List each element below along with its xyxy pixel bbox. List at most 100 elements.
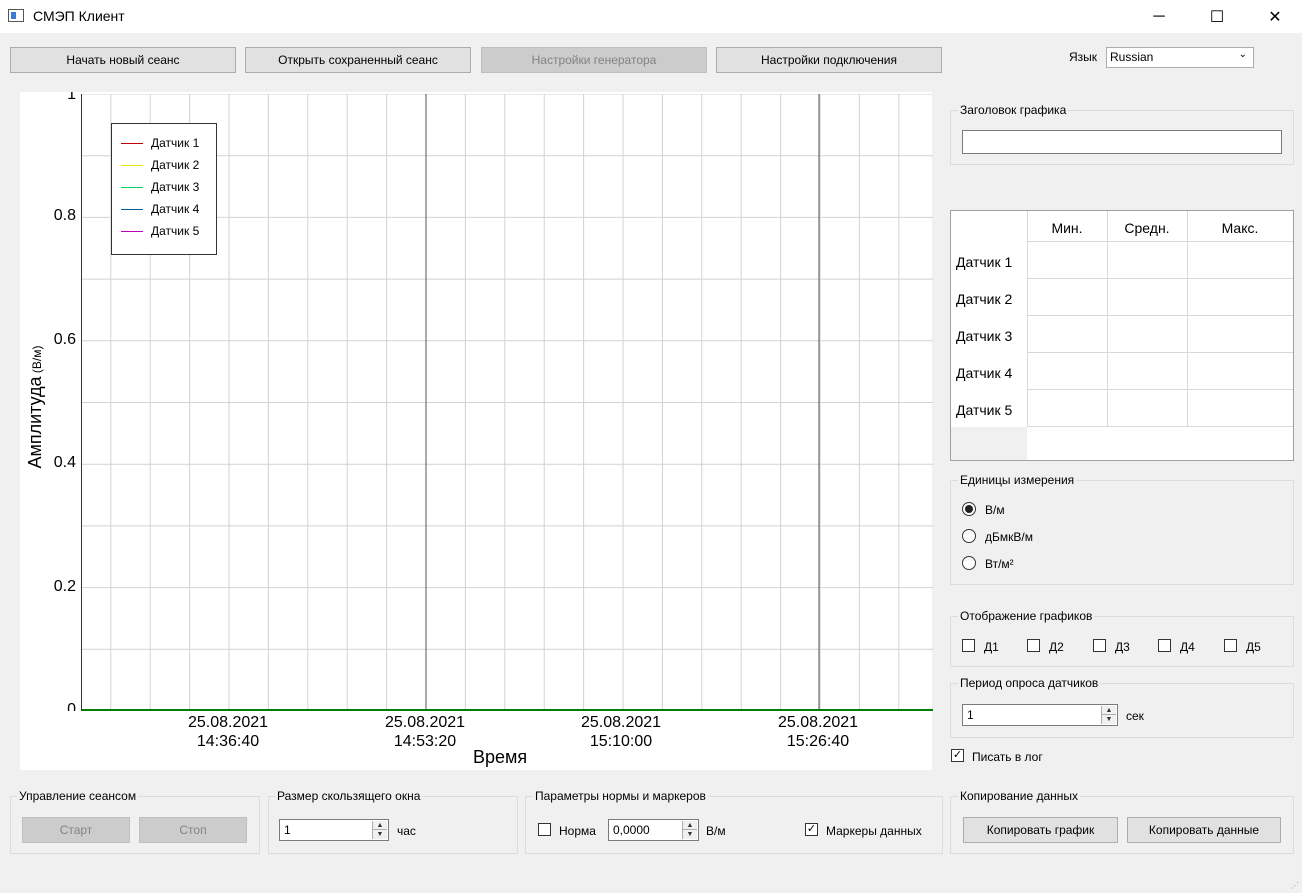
legend-item: Датчик 4: [121, 202, 199, 216]
table-row-header: Датчик 5: [956, 402, 1013, 418]
table-row-header: Датчик 1: [956, 254, 1013, 270]
display-checkbox-d3[interactable]: [1093, 639, 1106, 652]
unit-radio-label: дБмкВ/м: [985, 530, 1033, 544]
stop-button[interactable]: Стоп: [139, 817, 247, 843]
legend-label: Датчик 3: [151, 180, 200, 194]
chart-title-input[interactable]: [962, 130, 1282, 154]
log-checkbox[interactable]: ✓: [951, 749, 964, 762]
language-value: Russian: [1110, 50, 1154, 64]
language-label: Язык: [1069, 50, 1098, 64]
connection-settings-button[interactable]: Настройки подключения: [716, 47, 942, 73]
sliding-window-unit: час: [397, 824, 416, 838]
unit-radio-label: В/м: [985, 503, 1005, 517]
spin-up-icon[interactable]: ▲: [683, 821, 697, 830]
table-row-header: Датчик 2: [956, 291, 1013, 307]
data-markers-label: Маркеры данных: [826, 824, 922, 838]
display-checkbox-label: Д5: [1246, 640, 1261, 654]
x-tick-date: 25.08.2021: [777, 714, 859, 731]
check-icon: ✓: [952, 749, 963, 761]
minimize-button[interactable]: ─: [1130, 0, 1188, 33]
poll-period-input[interactable]: 1 ▲ ▼: [962, 704, 1118, 726]
spin-up-icon[interactable]: ▲: [1102, 706, 1116, 715]
unit-radio[interactable]: [962, 529, 976, 543]
display-checkbox-d1[interactable]: [962, 639, 975, 652]
poll-period-spinner[interactable]: ▲ ▼: [1101, 706, 1116, 724]
legend-swatch: [121, 230, 143, 232]
legend-swatch: [121, 142, 143, 144]
table-col-line: [1107, 211, 1108, 427]
norm-params-group-label: Параметры нормы и маркеров: [533, 789, 708, 803]
legend-swatch: [121, 186, 143, 188]
row-header-corner: [951, 427, 1027, 460]
y-tick-label: 0: [67, 701, 76, 718]
norm-checkbox[interactable]: [538, 823, 551, 836]
spin-down-icon[interactable]: ▼: [1102, 715, 1116, 724]
window-title: СМЭП Клиент: [33, 8, 125, 24]
y-tick-label: 0.2: [53, 577, 76, 595]
x-axis-label: Время: [473, 747, 528, 767]
open-session-button[interactable]: Открыть сохраненный сеанс: [245, 47, 471, 73]
legend-swatch: [121, 208, 143, 210]
display-graphs-group-label: Отображение графиков: [958, 609, 1095, 623]
x-tick-time: 14:36:40: [196, 733, 260, 750]
table-row-line: [1027, 278, 1293, 279]
new-session-button[interactable]: Начать новый сеанс: [10, 47, 236, 73]
x-tick-label: 25.08.2021 14:36:40: [173, 713, 283, 751]
sliding-window-input[interactable]: 1 ▲ ▼: [279, 819, 389, 841]
spin-down-icon[interactable]: ▼: [683, 830, 697, 839]
units-group-label: Единицы измерения: [958, 473, 1077, 487]
norm-value-spinner[interactable]: ▲ ▼: [682, 821, 697, 839]
generator-settings-button[interactable]: Настройки генератора: [481, 47, 707, 73]
y-tick-label: 0.6: [53, 330, 76, 348]
maximize-button[interactable]: ☐: [1188, 0, 1246, 33]
spin-down-icon[interactable]: ▼: [373, 830, 387, 839]
copy-chart-button[interactable]: Копировать график: [963, 817, 1118, 843]
display-checkbox-label: Д4: [1180, 640, 1195, 654]
display-checkbox-d4[interactable]: [1158, 639, 1171, 652]
session-control-group-label: Управление сеансом: [17, 789, 139, 803]
sliding-window-group-label: Размер скользящего окна: [275, 789, 423, 803]
unit-radio[interactable]: [962, 502, 976, 516]
display-checkbox-d2[interactable]: [1027, 639, 1040, 652]
resize-grip-icon[interactable]: ⋰: [1291, 881, 1299, 890]
check-icon: ✓: [806, 823, 817, 835]
x-tick-time: 15:26:40: [786, 733, 850, 750]
norm-value-input[interactable]: 0,0000 ▲ ▼: [608, 819, 699, 841]
close-button[interactable]: ✕: [1246, 0, 1302, 33]
sliding-window-spinner[interactable]: ▲ ▼: [372, 821, 387, 839]
table-row-line: [1027, 315, 1293, 316]
x-tick-date: 25.08.2021: [187, 714, 269, 731]
legend-label: Датчик 4: [151, 202, 200, 216]
chart-title-group-label: Заголовок графика: [958, 103, 1069, 117]
display-checkbox-d5[interactable]: [1224, 639, 1237, 652]
start-button[interactable]: Старт: [22, 817, 130, 843]
chart-legend: Датчик 1 Датчик 2 Датчик 3 Датчик 4 Датчик 5: [111, 123, 217, 255]
copy-data-button[interactable]: Копировать данные: [1127, 817, 1281, 843]
unit-radio[interactable]: [962, 556, 976, 570]
spin-up-icon[interactable]: ▲: [373, 821, 387, 830]
data-markers-checkbox[interactable]: ✓: [805, 823, 818, 836]
y-axis-unit: (В/м): [30, 345, 44, 374]
norm-unit: В/м: [706, 824, 726, 838]
legend-swatch: [121, 164, 143, 166]
poll-period-group-label: Период опроса датчиков: [958, 676, 1101, 690]
table-column-header: Средн.: [1124, 220, 1170, 236]
y-tick-label: 0.4: [53, 454, 76, 472]
table-row-header: Датчик 3: [956, 328, 1013, 344]
x-tick-time: 14:53:20: [393, 733, 457, 750]
table-col-line: [1027, 211, 1028, 427]
x-tick-time: 15:10:00: [589, 733, 653, 750]
app-icon: [8, 9, 24, 22]
table-header-line: [1027, 241, 1293, 242]
display-checkbox-label: Д1: [984, 640, 999, 654]
radio-dot-icon: [965, 505, 973, 513]
title-bar: СМЭП Клиент ─ ☐ ✕: [0, 0, 1302, 33]
display-checkbox-label: Д3: [1115, 640, 1130, 654]
row-header-area: [951, 211, 1027, 427]
x-tick-date: 25.08.2021: [384, 714, 466, 731]
x-tick-label: 25.08.2021 15:10:00: [566, 713, 676, 751]
poll-period-unit: сек: [1126, 709, 1144, 723]
poll-period-value: 1: [967, 708, 974, 722]
language-select[interactable]: Russian ⌄: [1106, 47, 1254, 68]
log-checkbox-label: Писать в лог: [972, 750, 1043, 764]
